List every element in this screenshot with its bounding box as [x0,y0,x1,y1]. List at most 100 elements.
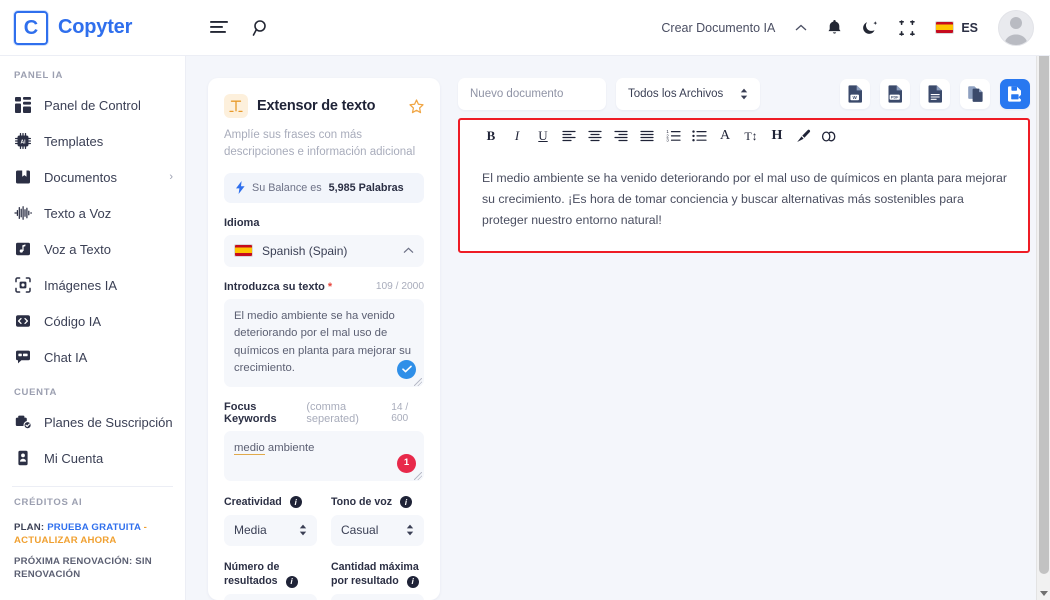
align-center-icon[interactable] [582,125,608,147]
sidebar-item-codigo-ia[interactable]: Código IA [0,303,185,339]
results-maxlen-row: Número de resultados i 1 Cantidad máxima… [224,546,424,600]
text-input-area[interactable]: El medio ambiente se ha venido deteriora… [224,298,424,387]
scroll-down-arrow-icon[interactable] [1040,591,1048,596]
document-name-placeholder: Nuevo documento [470,88,564,100]
bold-icon[interactable]: B [478,125,504,147]
plan-dash: - [143,522,148,533]
chevron-right-icon: › [169,171,173,183]
scrollbar-thumb[interactable] [1039,14,1049,574]
ordered-list-icon[interactable]: 123 [660,125,686,147]
save-document-icon[interactable] [1000,79,1030,109]
unordered-list-icon[interactable] [686,125,712,147]
language-select[interactable]: Spanish (Spain) [224,234,424,267]
updown-icon [299,524,307,536]
font-size-icon[interactable]: T↕ [738,125,764,147]
underline-icon[interactable]: U [530,125,556,147]
search-icon[interactable] [252,19,270,37]
align-left-icon[interactable] [556,125,582,147]
keywords-resize-handle[interactable] [414,471,422,480]
info-icon[interactable]: i [285,575,298,588]
logo-letter: C [23,16,39,39]
keywords-value: medio ambiente [234,441,314,455]
txt-export-icon[interactable] [920,79,950,109]
language-select-value: Spanish (Spain) [262,243,348,258]
word-export-icon[interactable]: W [840,79,870,109]
create-document-button[interactable]: Crear Documento IA [661,21,775,35]
topbar-right: Crear Documento IA ES [661,9,1050,46]
bell-icon[interactable] [827,19,842,36]
editor-toolbar: B I U 1 2 3 A T↕ H [460,120,1028,150]
info-icon[interactable]: i [399,496,412,509]
maxlen-label: Cantidad máxima por resultado i [331,560,424,589]
svg-text:W: W [852,95,857,100]
sidebar-item-chat-ia[interactable]: Chat IA [0,339,185,375]
results-input[interactable]: 1 [224,594,317,600]
sidebar-item-mi-cuenta[interactable]: Mi Cuenta [0,440,185,476]
balance-prefix: Su Balance es [252,181,322,194]
text-counter: 109 / 2000 [375,281,424,292]
required-marker: * [327,280,333,293]
moon-icon[interactable] [862,19,879,36]
brush-icon[interactable] [790,125,816,147]
pdf-export-icon[interactable]: PDF [880,79,910,109]
page-scrollbar[interactable] [1036,0,1050,600]
brand[interactable]: C Copyter [0,10,186,45]
compress-icon[interactable] [899,19,916,36]
avatar[interactable] [998,9,1034,46]
document-name-input[interactable]: Nuevo documento [458,78,606,110]
sidebar-item-planes-de-suscripcion[interactable]: Planes de Suscripción [0,404,185,440]
sidebar-divider [12,486,173,487]
info-icon[interactable]: i [406,575,419,588]
sidebar-item-voz-a-texto[interactable]: Voz a Texto [0,231,185,267]
link-icon[interactable] [816,125,842,147]
sidebar-item-templates[interactable]: AI Templates [0,123,185,159]
info-icon[interactable]: i [289,496,302,509]
align-right-icon[interactable] [608,125,634,147]
document-filter-select[interactable]: Todos los Archivos [616,78,760,110]
svg-text:AI: AI [21,139,27,145]
align-justify-icon[interactable] [634,125,660,147]
image-scan-icon [14,277,32,293]
creativity-label: Creatividad i [224,495,317,509]
plan-upgrade-link[interactable]: ACTUALIZAR AHORA [14,535,117,546]
tone-select[interactable]: Casual [331,514,424,546]
maxlen-input[interactable]: 30 [331,594,424,600]
sidebar-item-imagenes-ia[interactable]: Imágenes IA [0,267,185,303]
tone-field: Tono de voz i Casual [331,481,424,546]
textarea-resize-handle[interactable] [414,377,422,386]
brand-name: Copyter [58,16,133,38]
maxlen-field: Cantidad máxima por resultado i 30 [331,546,424,600]
creativity-select[interactable]: Media [224,514,317,546]
sidebar-item-documentos[interactable]: Documentos › [0,159,185,195]
creativity-label-text: Creatividad [224,495,282,508]
form-description: Amplíe sus frases con más descripciones … [224,129,416,159]
keywords-input-area[interactable]: medio ambiente 1 [224,430,424,481]
italic-icon[interactable]: I [504,125,530,147]
bookmark-folder-icon [14,169,32,185]
sidebar-item-label: Voz a Texto [44,241,111,257]
sidebar-group-creditos: CRÉDITOS AI [14,497,83,508]
code-icon [14,313,32,329]
spain-flag-icon [935,21,955,34]
sidebar-item-label: Planes de Suscripción [44,414,173,430]
chevron-up-icon[interactable] [795,24,807,32]
star-icon[interactable] [409,98,424,114]
editor-content[interactable]: El medio ambiente se ha venido deteriora… [460,150,1028,251]
menu-icon[interactable] [210,20,228,36]
sidebar-item-panel-de-control[interactable]: Panel de Control [0,87,185,123]
heading-icon[interactable]: H [764,125,790,147]
copy-icon[interactable] [960,79,990,109]
main-content: Extensor de texto Amplíe sus frases con … [186,56,1050,600]
sidebar-item-texto-a-voz[interactable]: Texto a Voz [0,195,185,231]
top-bar: C Copyter Crear Documento IA ES [0,0,1050,56]
subscription-icon [14,414,32,430]
language-selector[interactable]: ES [935,21,978,35]
creativity-tone-row: Creatividad i Media Tono de voz i Casual [224,481,424,546]
text-expand-icon [224,94,248,118]
language-code: ES [961,20,978,35]
editor-column: Nuevo documento Todos los Archivos W PDF [458,78,1030,600]
font-color-icon[interactable]: A [712,125,738,147]
text-input-value: El medio ambiente se ha venido deteriora… [234,309,412,375]
creativity-field: Creatividad i Media [224,481,317,546]
balance-value: 5,985 Palabras [328,181,404,194]
